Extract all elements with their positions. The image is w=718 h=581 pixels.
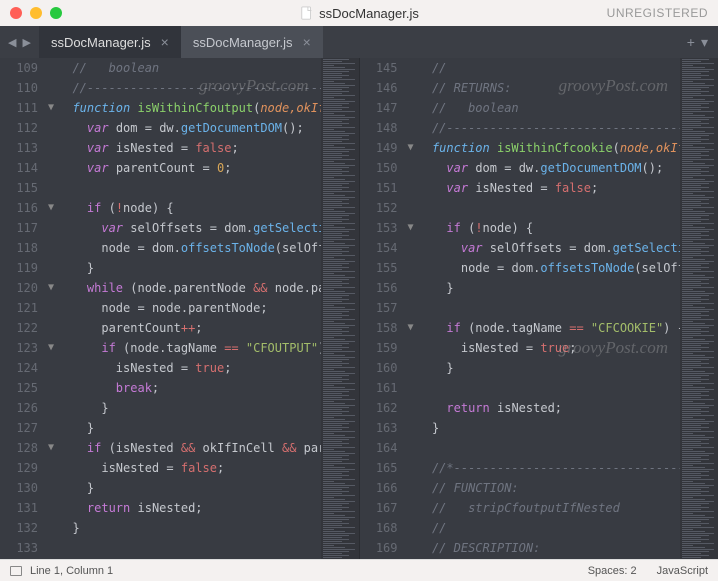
code-content-left[interactable]: // boolean //---------------------------… [58, 58, 321, 559]
editor-area: 109 110 111 112 113 114 115 116 117 118 … [0, 58, 718, 559]
minimap-right[interactable] [680, 58, 718, 559]
registration-status: UNREGISTERED [607, 6, 708, 20]
title-filename: ssDocManager.js [319, 6, 419, 21]
tab-bar: ◀ ▶ ssDocManager.js × ssDocManager.js × … [0, 26, 718, 58]
tab-label: ssDocManager.js [193, 35, 293, 50]
fold-column-left[interactable]: ▼ ▼ ▼ ▼ ▼ [44, 58, 58, 559]
language-status[interactable]: JavaScript [657, 565, 708, 577]
panel-icon[interactable] [10, 566, 22, 576]
window-controls [10, 7, 62, 19]
nav-forward-icon[interactable]: ▶ [22, 36, 30, 49]
tab-overflow-icon[interactable]: ▾ [701, 34, 708, 51]
line-gutter-right: 145 146 147 148 149 150 151 152 153 154 … [360, 58, 404, 559]
close-icon[interactable]: × [161, 34, 169, 50]
close-window-button[interactable] [10, 7, 22, 19]
code-content-right[interactable]: // // RETURNS: // boolean //------------… [418, 58, 681, 559]
editor-pane-right[interactable]: 145 146 147 148 149 150 151 152 153 154 … [359, 58, 718, 559]
nav-back-icon[interactable]: ◀ [8, 36, 16, 49]
titlebar: ssDocManager.js UNREGISTERED [0, 0, 718, 26]
zoom-window-button[interactable] [50, 7, 62, 19]
minimize-window-button[interactable] [30, 7, 42, 19]
minimap-left[interactable] [321, 58, 359, 559]
fold-column-right[interactable]: ▼ ▼ ▼ [404, 58, 418, 559]
status-bar: Line 1, Column 1 Spaces: 2 JavaScript [0, 559, 718, 581]
file-icon [299, 6, 313, 20]
cursor-position[interactable]: Line 1, Column 1 [30, 565, 113, 577]
window-title: ssDocManager.js [299, 6, 419, 21]
close-icon[interactable]: × [303, 34, 311, 50]
indentation-status[interactable]: Spaces: 2 [588, 565, 637, 577]
new-tab-icon[interactable]: + [687, 34, 695, 50]
nav-arrows: ◀ ▶ [0, 26, 39, 58]
line-gutter-left: 109 110 111 112 113 114 115 116 117 118 … [0, 58, 44, 559]
tab-label: ssDocManager.js [51, 35, 151, 50]
editor-pane-left[interactable]: 109 110 111 112 113 114 115 116 117 118 … [0, 58, 359, 559]
tab-file-2[interactable]: ssDocManager.js × [181, 26, 323, 58]
tab-file-1[interactable]: ssDocManager.js × [39, 26, 181, 58]
